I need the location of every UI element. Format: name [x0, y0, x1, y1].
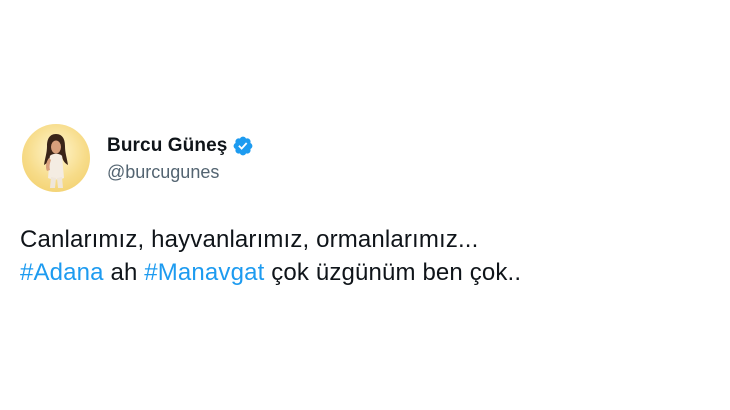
tweet-card: Burcu Güneş @burcugunes Canlarımız, hayv… [0, 0, 730, 410]
user-handle[interactable]: @burcugunes [107, 162, 254, 183]
hashtag-manavgat-link[interactable]: #Manavgat [144, 259, 264, 286]
avatar[interactable] [22, 124, 90, 192]
tweet-text-line-2: #Adana ah #Manavgat çok üzgünüm ben çok.… [20, 256, 710, 289]
tweet-header: Burcu Güneş @burcugunes [22, 124, 254, 192]
verified-badge-icon [234, 136, 253, 156]
tweet-text-rest: çok üzgünüm ben çok.. [264, 259, 522, 286]
name-row: Burcu Güneş [107, 133, 254, 159]
tweet-text: Canlarımız, hayvanlarımız, ormanlarımız.… [20, 223, 710, 289]
author-identity: Burcu Güneş @burcugunes [107, 133, 254, 183]
hashtag-adana-link[interactable]: #Adana [20, 259, 104, 286]
tweet-text-line-1: Canlarımız, hayvanlarımız, ormanlarımız.… [20, 226, 479, 253]
tweet-text-word: ah [103, 259, 145, 286]
avatar-portrait-icon [44, 134, 68, 188]
display-name[interactable]: Burcu Güneş [107, 135, 227, 157]
